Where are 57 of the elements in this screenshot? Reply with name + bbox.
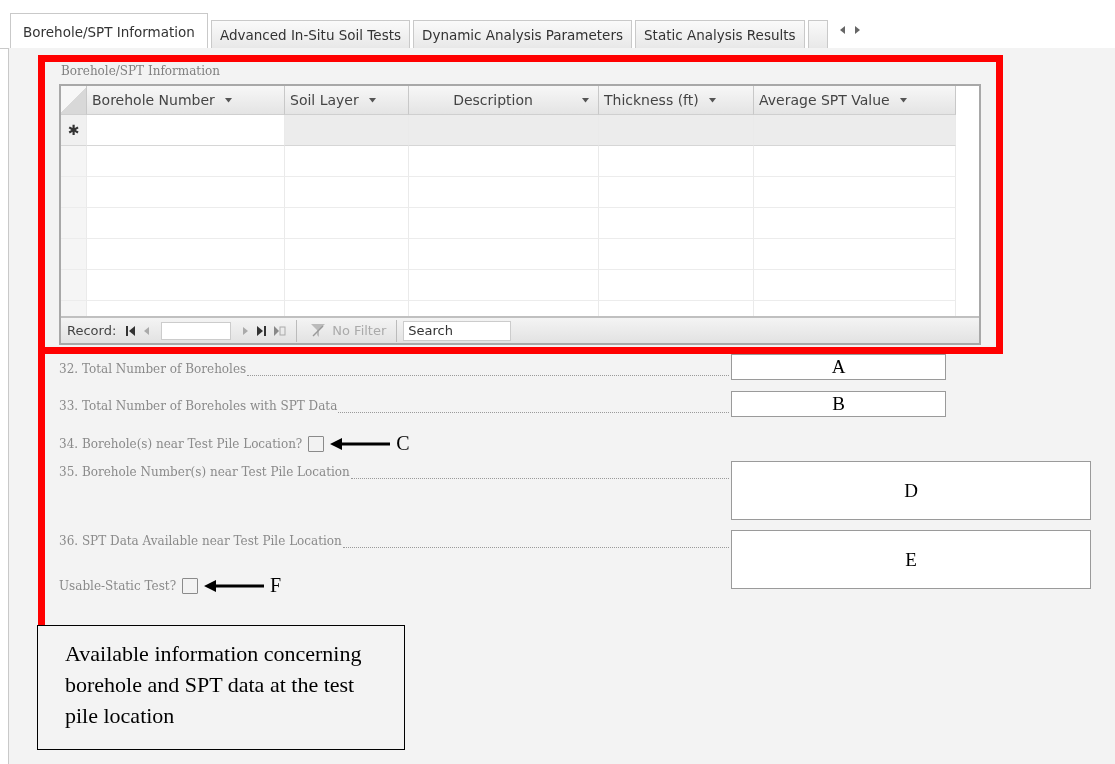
subform-title: Borehole/SPT Information (61, 64, 220, 78)
new-record-marker: ✱ (61, 115, 87, 146)
table-cell[interactable] (285, 146, 409, 177)
annotation-letter: C (396, 432, 410, 455)
previous-record-icon[interactable] (143, 325, 150, 336)
last-record-icon[interactable] (257, 325, 267, 336)
record-number-field[interactable] (161, 321, 232, 340)
input-field[interactable]: D (731, 461, 1091, 520)
search-field[interactable]: Search (403, 320, 512, 341)
input-field[interactable]: B (731, 391, 946, 417)
caret-icon (582, 97, 589, 103)
new-record-icon[interactable] (274, 325, 287, 336)
funnel-icon (311, 324, 326, 337)
field-label: 34. Borehole(s) near Test Pile Location? (59, 436, 303, 451)
tab[interactable]: Advanced In-Situ Soil Tests (210, 20, 410, 48)
input-field[interactable]: E (731, 530, 1091, 589)
arrow-left-icon (204, 579, 265, 592)
table-cell[interactable] (409, 146, 599, 177)
column-header[interactable]: Description (409, 86, 599, 115)
column-header[interactable]: Thickness (ft) (599, 86, 754, 115)
table-cell[interactable] (87, 115, 285, 146)
row-selector[interactable] (61, 177, 87, 208)
row-selector[interactable] (61, 208, 87, 239)
tab[interactable] (807, 20, 828, 48)
next-record-icon[interactable] (243, 325, 250, 336)
checkbox[interactable] (308, 435, 325, 452)
tab[interactable]: Static Analysis Results (635, 20, 805, 48)
row-selector[interactable] (61, 270, 87, 301)
caret-icon (368, 97, 376, 103)
table-cell[interactable] (87, 146, 285, 177)
tab[interactable]: Borehole/SPT Information (10, 13, 208, 49)
column-header[interactable]: Soil Layer (285, 86, 409, 115)
first-record-icon[interactable] (126, 325, 136, 336)
checkbox[interactable] (182, 577, 199, 594)
row-selector[interactable] (61, 239, 87, 270)
field-label: 33. Total Number of Boreholes with SPT Data (59, 399, 338, 413)
table-cell[interactable] (285, 115, 409, 146)
table-cell[interactable] (599, 146, 754, 177)
table-cell[interactable] (754, 146, 956, 177)
field-label: 35. Borehole Number(s) near Test Pile Location (59, 465, 350, 479)
caret-icon (224, 97, 232, 103)
record-label: Record: (66, 323, 118, 338)
input-field[interactable]: A (731, 354, 946, 380)
table-cell[interactable] (754, 115, 956, 146)
caret-icon (708, 97, 716, 103)
callout-text: Available information concerning borehole and SPT data at the test pile location (37, 625, 405, 750)
field-label: 32. Total Number of Boreholes (59, 362, 247, 376)
field-label: Usable-Static Test? (59, 578, 177, 593)
tab[interactable]: Dynamic Analysis Parameters (413, 20, 632, 48)
column-header[interactable]: Average SPT Value (754, 86, 956, 115)
field-label: 36. SPT Data Available near Test Pile Location (59, 534, 342, 548)
select-all-corner[interactable] (61, 86, 87, 115)
arrow-left-icon (330, 437, 391, 450)
row-selector[interactable] (61, 146, 87, 177)
caret-icon (899, 97, 907, 103)
annotation-letter: F (270, 574, 282, 597)
column-header[interactable]: Borehole Number (87, 86, 285, 115)
